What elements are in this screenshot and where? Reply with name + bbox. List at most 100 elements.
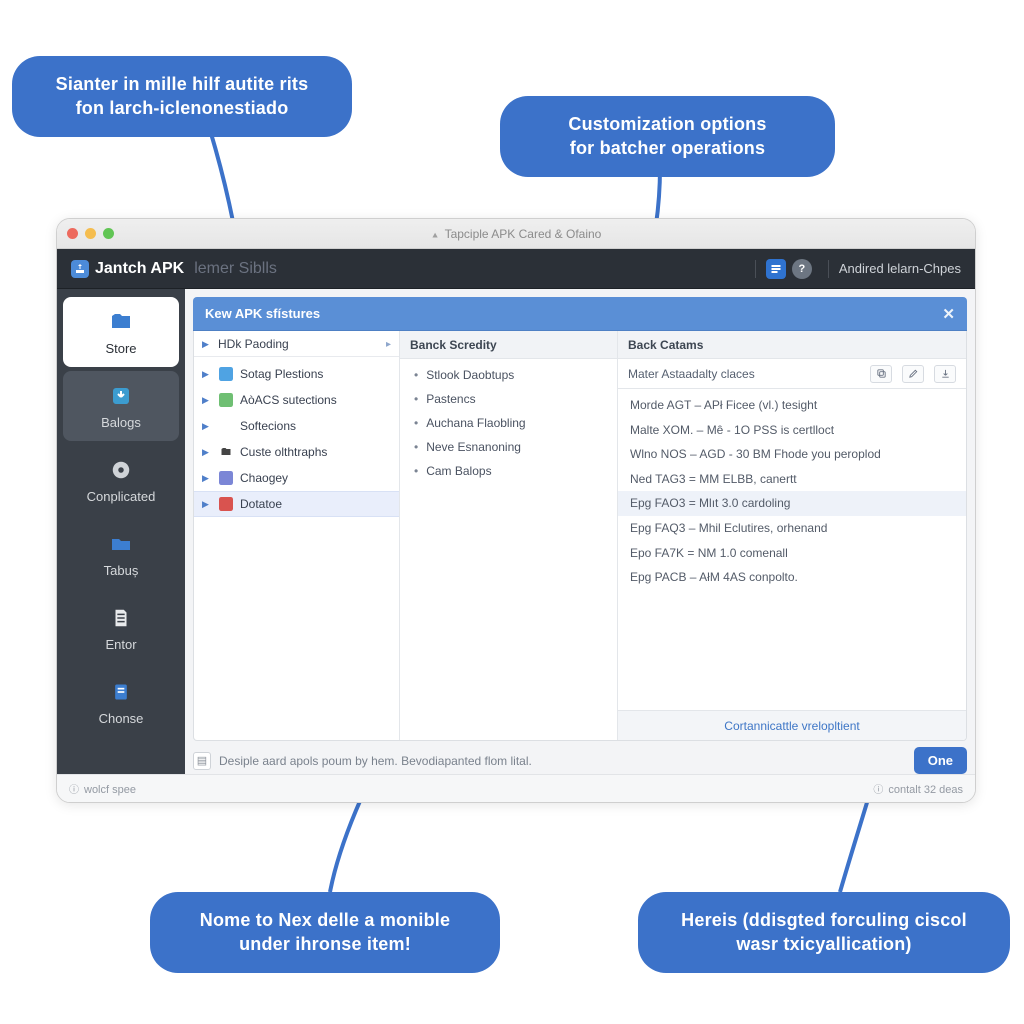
log-line[interactable]: Epo FA7K = NM 1.0 comenall — [618, 541, 966, 566]
column-header: Back Catams — [618, 331, 966, 359]
sidebar-item-label: Chonse — [99, 711, 144, 726]
disclosure-right-icon: ▶ — [202, 421, 212, 432]
sidebar-item-label: Tabuș — [104, 563, 139, 578]
appbar-separator — [828, 260, 829, 278]
user-label[interactable]: Andired lelarn-Chpes — [839, 261, 961, 276]
sidebar-item-store[interactable]: Store — [63, 297, 179, 367]
tree-label: AòACS sutections — [240, 393, 337, 407]
disclosure-right-icon: ▶ — [202, 395, 212, 406]
module-icon — [218, 418, 234, 434]
list-label: Cam Balops — [426, 464, 491, 478]
brand-subtitle: lemer Siblls — [194, 260, 277, 278]
tree-item[interactable]: ▶ Sotag Plestions — [194, 361, 399, 387]
disclosure-right-icon: ▶ — [202, 473, 212, 484]
log-line[interactable]: Ned TAG3 = MM ELBB, canertt — [618, 467, 966, 492]
list-label: Stlook Daobtups — [426, 368, 514, 382]
toolbar-label: Mater Astaadalty claces — [628, 367, 860, 381]
sidebar-item-label: Store — [105, 341, 136, 356]
callout-top-left: Sianter in mille hilf autite rits fon la… — [12, 56, 352, 137]
sidebar-item-chonse[interactable]: Chonse — [63, 667, 179, 737]
note-icon: ▤ — [193, 752, 211, 770]
one-button[interactable]: One — [914, 747, 967, 774]
window-title: Tapciple APK Cared & Ofaino — [57, 227, 975, 241]
columns: ▶ HDk Paoding ▸ ▶ Sotag Plestions ▶ — [193, 331, 967, 741]
brand-icon — [71, 260, 89, 278]
footer-text: Desiple aard apols poum by hem. Bevodiap… — [219, 754, 906, 768]
list-item[interactable]: Cam Balops — [400, 459, 617, 483]
list-label: Neve Esnanoning — [426, 440, 521, 454]
tree-label: Dotatoe — [240, 497, 282, 511]
tree-item[interactable]: ▶ Dotatoe — [194, 491, 399, 517]
alert-icon — [218, 496, 234, 512]
callout-text: Customization options — [568, 114, 766, 134]
callout-bottom-right: Hereis (ddisgted forculing ciscol wasr t… — [638, 892, 1010, 973]
column-categories: ▶ HDk Paoding ▸ ▶ Sotag Plestions ▶ — [194, 331, 399, 740]
disclosure-right-icon: ▶ — [202, 339, 212, 350]
tree-item[interactable]: ▶ Chaogey — [194, 465, 399, 491]
disclosure-right-icon: ▶ — [202, 499, 212, 510]
callout-text: wasr txicyallication) — [662, 932, 986, 956]
panel-header: Kew APK sfístures ✕ — [193, 297, 967, 331]
log-line[interactable]: Wlno NOS – AGD - 30 BM Fhode you peroplo… — [618, 442, 966, 467]
tree-item[interactable]: ▶ Softecions — [194, 413, 399, 439]
titlebar: Tapciple APK Cared & Ofaino — [57, 219, 975, 249]
disclosure-right-icon: ▶ — [202, 447, 212, 458]
document-icon — [107, 604, 135, 632]
work-area: Kew APK sfístures ✕ ▶ HDk Paoding ▸ ▶ — [185, 289, 975, 774]
list-item[interactable]: Stlook Daobtups — [400, 363, 617, 387]
tree-item[interactable]: ▶ AòACS sutections — [194, 387, 399, 413]
tree-label: Chaogey — [240, 471, 288, 485]
tree-item[interactable]: ▶ HDk Paoding ▸ — [194, 331, 399, 357]
tree-label: Sotag Plestions — [240, 367, 323, 381]
edit-icon[interactable] — [902, 365, 924, 383]
download-icon — [107, 382, 135, 410]
help-badge-icon[interactable]: ? — [792, 259, 812, 279]
gear-icon — [107, 456, 135, 484]
callout-text: fon larch-iclenonestiado — [36, 96, 328, 120]
log-toolbar: Mater Astaadalty claces — [618, 359, 966, 389]
sidebar-item-label: Conplicated — [87, 489, 156, 504]
appbar: Jantch APK lemer Siblls ? Andired lelarn… — [57, 249, 975, 289]
folder-icon — [218, 444, 234, 460]
callout-text: Hereis (ddisgted forculing ciscol — [681, 910, 967, 930]
status-right: contalt 32 deas — [873, 781, 963, 796]
sidebar-item-tabus[interactable]: Tabuș — [63, 519, 179, 589]
notification-badge-icon[interactable] — [766, 259, 786, 279]
tree-label: HDk Paoding — [218, 337, 289, 351]
disclosure-right-icon: ▶ — [202, 369, 212, 380]
log-footer: Cortannicattle vrelopltient — [618, 710, 966, 740]
list-item[interactable]: Neve Esnanoning — [400, 435, 617, 459]
log-line[interactable]: Epg PACB – AłM 4AS conpolto. — [618, 565, 966, 590]
list-label: Auchana Flaobling — [426, 416, 525, 430]
callout-text: Nome to Nex delle a monible — [200, 910, 450, 930]
tree-item[interactable]: ▶ Custe olthtraphs — [194, 439, 399, 465]
column-title: Banck Scredity — [410, 338, 497, 352]
sidebar-item-entor[interactable]: Entor — [63, 593, 179, 663]
development-link[interactable]: Cortannicattle vrelopltient — [724, 719, 859, 733]
column-catams: Back Catams Mater Astaadalty claces Mord… — [617, 331, 966, 740]
panel-title: Kew APK sfístures — [205, 306, 320, 321]
log-line[interactable]: Malte XOM. – Mȇ - 1O PSS is certlloct — [618, 418, 966, 443]
sidebar-item-balogs[interactable]: Balogs — [63, 371, 179, 441]
log-line[interactable]: Morde AGT – APł Ficee (vl.) tesight — [618, 393, 966, 418]
page-icon — [107, 678, 135, 706]
tree-label: Custe olthtraphs — [240, 445, 327, 459]
column-scredity: Banck Scredity Stlook Daobtups Pastencs … — [399, 331, 617, 740]
callout-bottom-left: Nome to Nex delle a monible under ihrons… — [150, 892, 500, 973]
close-panel-icon[interactable]: ✕ — [942, 305, 955, 323]
list-item[interactable]: Pastencs — [400, 387, 617, 411]
sidebar-item-conplicated[interactable]: Conplicated — [63, 445, 179, 515]
copy-icon[interactable] — [870, 365, 892, 383]
list-label: Pastencs — [426, 392, 475, 406]
brand-name: Jantch APK — [95, 260, 184, 278]
sidebar-item-label: Entor — [105, 637, 136, 652]
list-item[interactable]: Auchana Flaobling — [400, 411, 617, 435]
log-body: Morde AGT – APł Ficee (vl.) tesight Malt… — [618, 389, 966, 710]
log-line[interactable]: Epg FAO3 = Mlıt 3.0 cardoling — [618, 491, 966, 516]
log-line[interactable]: Epg FAQ3 – Mhil Eclutires, orhenand — [618, 516, 966, 541]
column-header: Banck Scredity — [400, 331, 617, 359]
sidebar-item-label: Balogs — [101, 415, 141, 430]
download-icon[interactable] — [934, 365, 956, 383]
app-window: Tapciple APK Cared & Ofaino Jantch APK l… — [56, 218, 976, 803]
footer-row: ▤ Desiple aard apols poum by hem. Bevodi… — [193, 747, 967, 774]
